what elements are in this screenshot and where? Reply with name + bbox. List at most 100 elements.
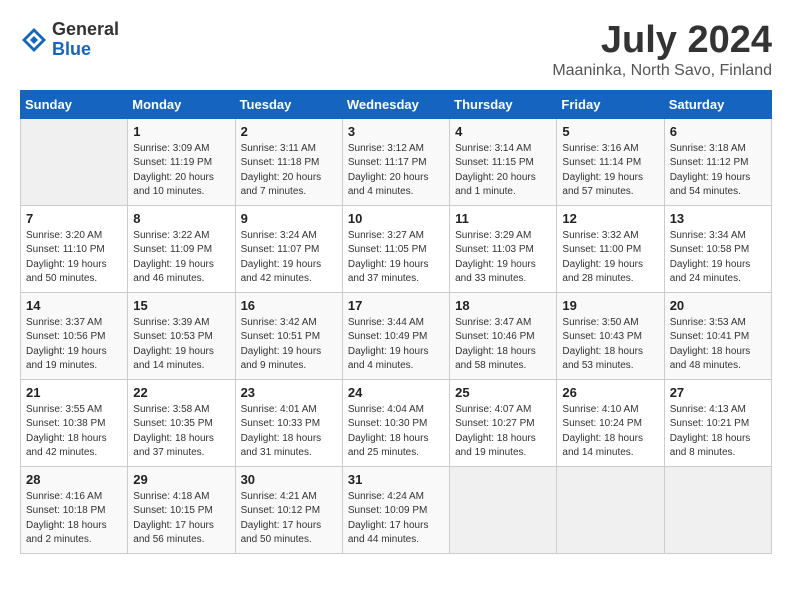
day-info: Sunrise: 3:42 AM Sunset: 10:51 PM Daylig… <box>241 316 337 374</box>
weekday-header: Sunday <box>21 90 128 118</box>
weekday-header: Thursday <box>450 90 557 118</box>
day-number: 14 <box>26 298 122 313</box>
weekday-header: Friday <box>557 90 664 118</box>
day-info: Sunrise: 3:11 AM Sunset: 11:18 PM Daylig… <box>241 142 337 200</box>
day-number: 11 <box>455 211 551 226</box>
day-number: 23 <box>241 385 337 400</box>
day-number: 6 <box>670 124 766 139</box>
day-info: Sunrise: 3:22 AM Sunset: 11:09 PM Daylig… <box>133 229 229 287</box>
day-number: 15 <box>133 298 229 313</box>
calendar-day-cell: 31 Sunrise: 4:24 AM Sunset: 10:09 PM Dayl… <box>342 466 449 553</box>
day-number: 20 <box>670 298 766 313</box>
calendar-day-cell: 21 Sunrise: 3:55 AM Sunset: 10:38 PM Dayl… <box>21 379 128 466</box>
weekday-header: Saturday <box>664 90 771 118</box>
day-number: 28 <box>26 472 122 487</box>
day-number: 19 <box>562 298 658 313</box>
day-info: Sunrise: 3:12 AM Sunset: 11:17 PM Daylig… <box>348 142 444 200</box>
weekday-header: Tuesday <box>235 90 342 118</box>
logo: General Blue <box>20 20 119 60</box>
calendar-day-cell <box>557 466 664 553</box>
day-info: Sunrise: 3:09 AM Sunset: 11:19 PM Daylig… <box>133 142 229 200</box>
day-info: Sunrise: 3:53 AM Sunset: 10:41 PM Daylig… <box>670 316 766 374</box>
calendar-day-cell: 3Sunrise: 3:12 AM Sunset: 11:17 PM Dayli… <box>342 118 449 205</box>
day-info: Sunrise: 4:10 AM Sunset: 10:24 PM Daylig… <box>562 403 658 461</box>
calendar-day-cell: 26 Sunrise: 4:10 AM Sunset: 10:24 PM Dayl… <box>557 379 664 466</box>
day-number: 25 <box>455 385 551 400</box>
day-info: Sunrise: 3:18 AM Sunset: 11:12 PM Daylig… <box>670 142 766 200</box>
calendar-day-cell: 20 Sunrise: 3:53 AM Sunset: 10:41 PM Dayl… <box>664 292 771 379</box>
day-number: 1 <box>133 124 229 139</box>
day-info: Sunrise: 4:13 AM Sunset: 10:21 PM Daylig… <box>670 403 766 461</box>
calendar-week-row: 28Sunrise: 4:16 AM Sunset: 10:18 PM Dayl… <box>21 466 772 553</box>
day-info: Sunrise: 3:14 AM Sunset: 11:15 PM Daylig… <box>455 142 551 200</box>
calendar-day-cell: 15Sunrise: 3:39 AM Sunset: 10:53 PM Dayl… <box>128 292 235 379</box>
calendar-day-cell: 11 Sunrise: 3:29 AM Sunset: 11:03 PM Dayl… <box>450 205 557 292</box>
day-info: Sunrise: 3:44 AM Sunset: 10:49 PM Daylig… <box>348 316 444 374</box>
header: General Blue July 2024 Maaninka, North S… <box>20 20 772 80</box>
calendar-week-row: 14 Sunrise: 3:37 AM Sunset: 10:56 PM Dayl… <box>21 292 772 379</box>
day-number: 18 <box>455 298 551 313</box>
title-area: July 2024 Maaninka, North Savo, Finland <box>552 20 772 80</box>
day-info: Sunrise: 4:04 AM Sunset: 10:30 PM Daylig… <box>348 403 444 461</box>
day-info: Sunrise: 4:07 AM Sunset: 10:27 PM Daylig… <box>455 403 551 461</box>
day-info: Sunrise: 4:24 AM Sunset: 10:09 PM Daylig… <box>348 490 444 548</box>
calendar-day-cell: 8 Sunrise: 3:22 AM Sunset: 11:09 PM Dayli… <box>128 205 235 292</box>
calendar-day-cell: 10 Sunrise: 3:27 AM Sunset: 11:05 PM Dayl… <box>342 205 449 292</box>
day-info: Sunrise: 3:27 AM Sunset: 11:05 PM Daylig… <box>348 229 444 287</box>
day-number: 29 <box>133 472 229 487</box>
day-info: Sunrise: 3:24 AM Sunset: 11:07 PM Daylig… <box>241 229 337 287</box>
day-info: Sunrise: 4:21 AM Sunset: 10:12 PM Daylig… <box>241 490 337 548</box>
calendar-day-cell: 19Sunrise: 3:50 AM Sunset: 10:43 PM Dayl… <box>557 292 664 379</box>
logo-blue: Blue <box>52 40 119 60</box>
calendar-day-cell: 25 Sunrise: 4:07 AM Sunset: 10:27 PM Dayl… <box>450 379 557 466</box>
day-number: 26 <box>562 385 658 400</box>
calendar-day-cell: 2Sunrise: 3:11 AM Sunset: 11:18 PM Dayli… <box>235 118 342 205</box>
day-info: Sunrise: 3:37 AM Sunset: 10:56 PM Daylig… <box>26 316 122 374</box>
logo-text: General Blue <box>52 20 119 60</box>
calendar-day-cell: 18Sunrise: 3:47 AM Sunset: 10:46 PM Dayl… <box>450 292 557 379</box>
day-number: 31 <box>348 472 444 487</box>
calendar-day-cell: 29Sunrise: 4:18 AM Sunset: 10:15 PM Dayl… <box>128 466 235 553</box>
day-info: Sunrise: 3:55 AM Sunset: 10:38 PM Daylig… <box>26 403 122 461</box>
calendar-day-cell: 9Sunrise: 3:24 AM Sunset: 11:07 PM Dayli… <box>235 205 342 292</box>
calendar-day-cell: 27 Sunrise: 4:13 AM Sunset: 10:21 PM Dayl… <box>664 379 771 466</box>
subtitle: Maaninka, North Savo, Finland <box>552 62 772 80</box>
calendar-day-cell: 12 Sunrise: 3:32 AM Sunset: 11:00 PM Dayl… <box>557 205 664 292</box>
calendar-day-cell: 17 Sunrise: 3:44 AM Sunset: 10:49 PM Dayl… <box>342 292 449 379</box>
day-number: 10 <box>348 211 444 226</box>
calendar-day-cell <box>21 118 128 205</box>
logo-icon <box>20 26 48 54</box>
calendar-day-cell <box>664 466 771 553</box>
calendar-day-cell: 24 Sunrise: 4:04 AM Sunset: 10:30 PM Dayl… <box>342 379 449 466</box>
calendar-table: SundayMondayTuesdayWednesdayThursdayFrid… <box>20 90 772 554</box>
weekday-header: Wednesday <box>342 90 449 118</box>
calendar-day-cell: 4 Sunrise: 3:14 AM Sunset: 11:15 PM Dayli… <box>450 118 557 205</box>
calendar-day-cell: 23 Sunrise: 4:01 AM Sunset: 10:33 PM Dayl… <box>235 379 342 466</box>
calendar-day-cell: 1 Sunrise: 3:09 AM Sunset: 11:19 PM Dayli… <box>128 118 235 205</box>
day-info: Sunrise: 3:29 AM Sunset: 11:03 PM Daylig… <box>455 229 551 287</box>
day-number: 17 <box>348 298 444 313</box>
day-number: 8 <box>133 211 229 226</box>
main-title: July 2024 <box>552 20 772 62</box>
day-number: 24 <box>348 385 444 400</box>
day-info: Sunrise: 4:01 AM Sunset: 10:33 PM Daylig… <box>241 403 337 461</box>
weekday-header-row: SundayMondayTuesdayWednesdayThursdayFrid… <box>21 90 772 118</box>
calendar-day-cell: 5 Sunrise: 3:16 AM Sunset: 11:14 PM Dayli… <box>557 118 664 205</box>
weekday-header: Monday <box>128 90 235 118</box>
day-info: Sunrise: 3:20 AM Sunset: 11:10 PM Daylig… <box>26 229 122 287</box>
day-number: 12 <box>562 211 658 226</box>
calendar-day-cell: 16Sunrise: 3:42 AM Sunset: 10:51 PM Dayl… <box>235 292 342 379</box>
calendar-week-row: 1 Sunrise: 3:09 AM Sunset: 11:19 PM Dayli… <box>21 118 772 205</box>
calendar-day-cell <box>450 466 557 553</box>
day-number: 13 <box>670 211 766 226</box>
calendar-day-cell: 6 Sunrise: 3:18 AM Sunset: 11:12 PM Dayli… <box>664 118 771 205</box>
day-info: Sunrise: 3:32 AM Sunset: 11:00 PM Daylig… <box>562 229 658 287</box>
calendar-week-row: 7Sunrise: 3:20 AM Sunset: 11:10 PM Dayli… <box>21 205 772 292</box>
day-number: 5 <box>562 124 658 139</box>
day-number: 4 <box>455 124 551 139</box>
day-number: 30 <box>241 472 337 487</box>
day-number: 22 <box>133 385 229 400</box>
day-number: 21 <box>26 385 122 400</box>
day-number: 27 <box>670 385 766 400</box>
day-info: Sunrise: 3:16 AM Sunset: 11:14 PM Daylig… <box>562 142 658 200</box>
